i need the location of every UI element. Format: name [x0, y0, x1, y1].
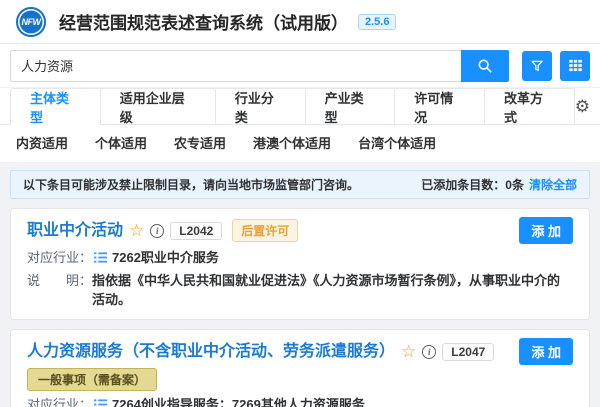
code-badge: L2047 [442, 343, 494, 361]
industry-label: 对应行业： [27, 248, 92, 267]
added-count-label: 已添加条目数： [421, 176, 505, 193]
add-button[interactable]: 添 加 [519, 217, 573, 244]
description-value: 指依据《中华人民共和国就业促进法》《人力资源市场暂行条例》，从事职业中介的活动。 [92, 271, 573, 309]
code-badge: L2042 [170, 222, 222, 240]
subtab-domestic[interactable]: 内资适用 [16, 133, 68, 152]
info-icon[interactable]: i [150, 224, 164, 238]
favorite-star-icon[interactable]: ☆ [401, 343, 416, 360]
search-input[interactable] [10, 50, 461, 82]
tab-license-status[interactable]: 许可情况 [395, 88, 485, 124]
clear-all-link[interactable]: 清除全部 [529, 176, 577, 193]
filter-icon [530, 59, 544, 73]
subtab-hkmo-individual[interactable]: 港澳个体适用 [253, 133, 331, 152]
list-icon [94, 398, 107, 407]
logo-text: NFW [22, 17, 41, 27]
search-group [10, 50, 509, 82]
subtab-farmers-coop[interactable]: 农专适用 [174, 133, 226, 152]
search-bar [0, 44, 600, 88]
subtab-taiwan-individual[interactable]: 台湾个体适用 [358, 133, 436, 152]
app-header: NFW 经营范围规范表述查询系统（试用版） 2.5.6 [0, 0, 600, 44]
result-title-row: 人力资源服务（不含职业中介活动、劳务派遣服务） ☆ i L2047 添 加 [27, 338, 573, 365]
result-card: 人力资源服务（不含职业中介活动、劳务派遣服务） ☆ i L2047 添 加 一般… [10, 329, 590, 407]
app-title: 经营范围规范表述查询系统（试用版） [59, 9, 348, 34]
tab-enterprise-level[interactable]: 适用企业层级 [101, 88, 216, 124]
favorite-star-icon[interactable]: ☆ [129, 222, 144, 239]
info-icon[interactable]: i [422, 345, 436, 359]
notice-bar: 以下条目可能涉及禁止限制目录，请向当地市场监管部门咨询。 已添加条目数： 0条 … [10, 170, 590, 199]
settings-gear-icon[interactable]: ⚙ [575, 98, 590, 115]
industry-label: 对应行业： [27, 395, 92, 407]
search-button[interactable] [461, 50, 509, 82]
result-card: 职业中介活动 ☆ i L2042 后置许可 添 加 对应行业： 7262职业中介… [10, 208, 590, 320]
added-count-value: 0条 [505, 176, 524, 193]
app-logo-icon: NFW [16, 7, 46, 37]
description-label: 说 明： [27, 271, 92, 290]
industry-value: 7264创业指导服务；7269其他人力资源服务 [112, 395, 365, 407]
general-tag-row: 一般事项（需备案） [27, 365, 573, 391]
search-icon [477, 58, 493, 74]
added-count-area: 已添加条目数： 0条 清除全部 [421, 176, 577, 193]
filter-button[interactable] [522, 51, 552, 81]
result-title[interactable]: 职业中介活动 [27, 219, 123, 243]
general-item-tag: 一般事项（需备案） [27, 368, 157, 391]
tab-bar: 主体类型 适用企业层级 行业分类 产业类型 许可情况 改革方式 ⚙ [0, 88, 600, 125]
grid-view-button[interactable] [560, 51, 590, 81]
version-badge: 2.5.6 [358, 14, 396, 30]
post-license-tag: 后置许可 [232, 219, 298, 242]
grid-icon [568, 58, 583, 73]
subtab-bar: 内资适用 个体适用 农专适用 港澳个体适用 台湾个体适用 [0, 125, 600, 162]
industry-value: 7262职业中介服务 [112, 248, 219, 267]
result-title[interactable]: 人力资源服务（不含职业中介活动、劳务派遣服务） [27, 340, 395, 364]
notice-text: 以下条目可能涉及禁止限制目录，请向当地市场监管部门咨询。 [23, 176, 359, 193]
industry-row: 对应行业： 7262职业中介服务 [27, 248, 573, 267]
description-row: 说 明： 指依据《中华人民共和国就业促进法》《人力资源市场暂行条例》，从事职业中… [27, 271, 573, 309]
tab-industrial-type[interactable]: 产业类型 [306, 88, 396, 124]
list-icon [94, 251, 107, 264]
tab-subject-type[interactable]: 主体类型 [10, 88, 101, 124]
add-button[interactable]: 添 加 [519, 338, 573, 365]
industry-row: 对应行业： 7264创业指导服务；7269其他人力资源服务 [27, 395, 573, 407]
result-title-row: 职业中介活动 ☆ i L2042 后置许可 添 加 [27, 217, 573, 244]
tab-reform-mode[interactable]: 改革方式 [485, 88, 575, 124]
tab-industry-category[interactable]: 行业分类 [216, 88, 306, 124]
subtab-individual[interactable]: 个体适用 [95, 133, 147, 152]
